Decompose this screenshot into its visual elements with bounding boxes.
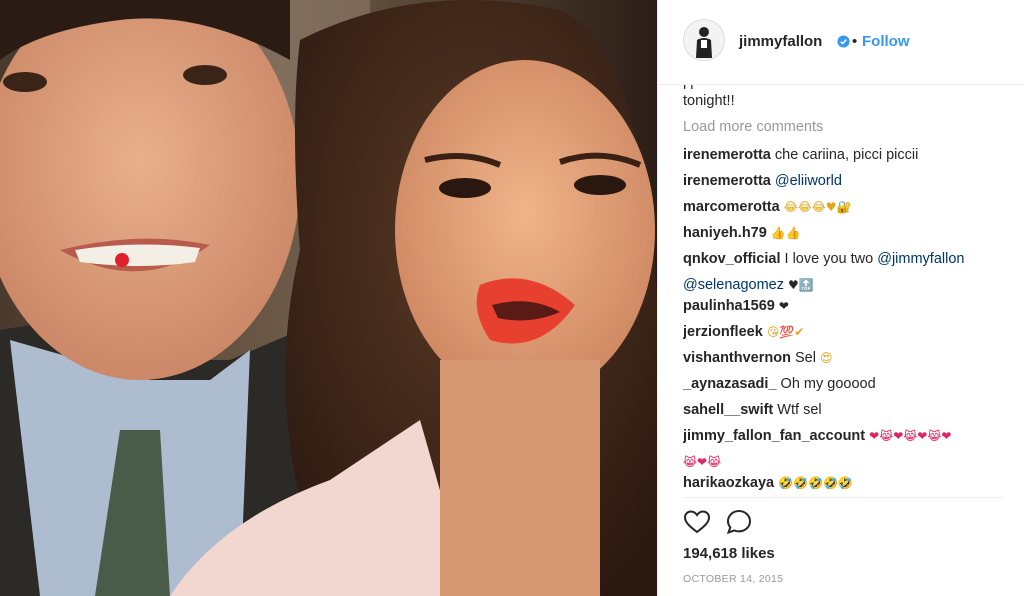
comment-item: sahell__swift Wtf sel — [683, 397, 1003, 423]
avatar[interactable] — [683, 19, 725, 61]
comment-item: vishanthvernon Sel 😍 — [683, 345, 1003, 371]
comment-username[interactable]: _aynazasadi_ — [683, 376, 777, 392]
post-photo[interactable] — [0, 0, 657, 596]
comment-emoji: ♥🔝 — [788, 278, 814, 292]
avatar-image — [684, 20, 724, 60]
comment-username[interactable]: sahell__swift — [683, 402, 773, 418]
comment-item: irenemerotta che cariina, picci piccii — [683, 142, 1003, 168]
comment-username[interactable]: jimmy_fallon_fan_account — [683, 428, 865, 444]
post-header: jimmyfallon • Follow — [658, 0, 1024, 85]
header-username[interactable]: jimmyfallon — [739, 33, 822, 50]
comment-mention[interactable]: @selenagomez — [683, 277, 784, 293]
comments-list: j j tonight!! Load more comments ireneme… — [683, 85, 1003, 495]
post-date[interactable]: OCTOBER 14, 2015 — [683, 573, 783, 585]
load-more-comments-button[interactable]: Load more comments — [683, 114, 823, 140]
comment-mention[interactable]: @jimmyfallon — [877, 251, 964, 267]
heart-icon[interactable] — [683, 508, 711, 536]
comment-item: paulinha1569 ❤ — [683, 293, 1003, 319]
comment-emoji: ❤ — [778, 299, 789, 313]
comment-item: jimmy_fallon_fan_account ❤😹❤😹❤😹❤ 😹❤😹 — [683, 423, 1003, 475]
comment-item: qnkov_official I love you two @jimmyfall… — [683, 246, 1003, 298]
comment-text: Sel — [795, 350, 816, 366]
comment-emoji: 🤣🤣🤣🤣🤣 — [778, 476, 853, 490]
comment-text: che cariina, picci piccii — [774, 147, 919, 163]
comment-mention[interactable]: @eliiworld — [775, 173, 842, 189]
comment-username[interactable]: marcomerotta — [683, 199, 780, 215]
post-side-panel: jimmyfallon • Follow j j tonight!! Load … — [657, 0, 1024, 596]
comment-text: I love you two — [784, 251, 874, 267]
comment-username[interactable]: harikaozkaya — [683, 475, 774, 491]
comment-icon[interactable] — [725, 508, 753, 536]
comment-username[interactable]: vishanthvernon — [683, 350, 791, 366]
comment-text: Wtf sel — [777, 402, 822, 418]
comment-username[interactable]: jerzionfleek — [683, 324, 763, 340]
comment-username[interactable]: irenemerotta — [683, 173, 771, 189]
comment-item: jerzionfleek 😘💯✔ — [683, 319, 1003, 345]
instagram-post-view: jimmyfallon • Follow j j tonight!! Load … — [0, 0, 1024, 596]
comment-emoji: 😹❤😹 — [683, 455, 722, 469]
likes-count[interactable]: 194,618 likes — [683, 545, 775, 562]
actions-divider — [683, 497, 1003, 498]
comment-username[interactable]: irenemerotta — [683, 147, 771, 163]
caption-last-line: tonight!! — [683, 93, 735, 109]
comment-text: Oh my gooood — [780, 376, 876, 392]
comment-item: marcomerotta 😂😂😂♥🔐 — [683, 194, 1003, 220]
comment-username[interactable]: haniyeh.h79 — [683, 225, 767, 241]
follow-button[interactable]: Follow — [862, 33, 910, 50]
verified-badge-icon — [837, 35, 850, 48]
comment-username[interactable]: qnkov_official — [683, 251, 781, 267]
photo-illustration — [0, 0, 657, 596]
comment-username[interactable]: paulinha1569 — [683, 298, 775, 314]
comment-emoji: 👍👍 — [770, 226, 801, 240]
header-separator: • — [852, 33, 858, 50]
comment-emoji: ❤😹❤😹❤😹❤ — [869, 429, 952, 443]
comment-item: _aynazasadi_ Oh my gooood — [683, 371, 1003, 397]
comment-item: haniyeh.h79 👍👍 — [683, 220, 1003, 246]
comment-emoji: 😂😂😂♥🔐 — [783, 200, 852, 214]
comment-emoji: 😘💯✔ — [766, 325, 805, 339]
comment-item: irenemerotta @eliiworld — [683, 168, 1003, 194]
comment-emoji: 😍 — [820, 351, 833, 365]
comment-item: harikaozkaya 🤣🤣🤣🤣🤣 — [683, 470, 1003, 495]
